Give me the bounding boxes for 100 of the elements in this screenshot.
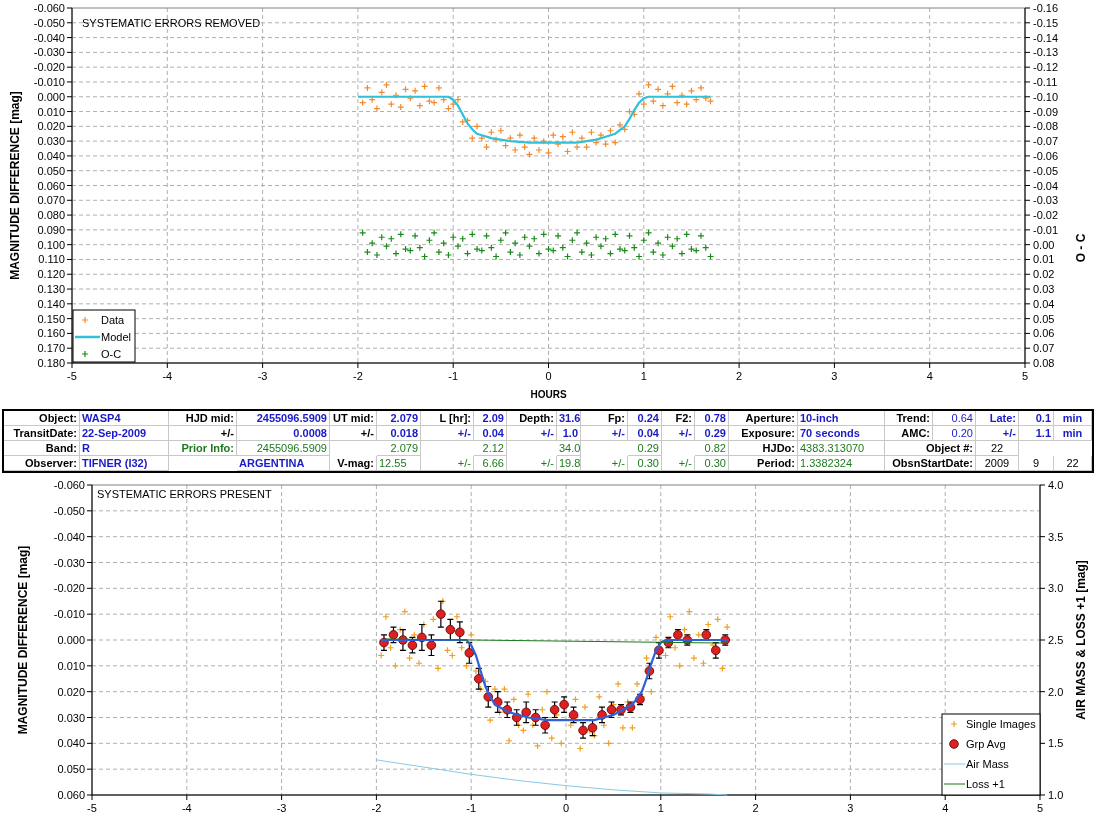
- axis-tick-label: 2.5: [1048, 634, 1064, 646]
- axis-tick-label: -0.060: [33, 2, 65, 14]
- axis-tick-label: 0.06: [1033, 327, 1055, 340]
- table-cell: 2.079: [377, 441, 421, 456]
- axis-tick-label: 0.020: [57, 685, 85, 698]
- axis-tick-label: 0.030: [57, 711, 85, 724]
- axis-tick-label: 3.5: [1048, 530, 1064, 543]
- legend-label: Data: [101, 314, 125, 326]
- legend-label: Model: [101, 331, 131, 343]
- axis-tick-label: 0.090: [37, 223, 65, 236]
- axis-tick-label: 0.180: [37, 357, 65, 369]
- axis-tick-label: -0.030: [33, 46, 65, 59]
- table-cell: 6.66: [474, 456, 507, 471]
- field-label: +/-: [330, 426, 377, 441]
- axis-tick-label: -0.07: [1033, 135, 1059, 148]
- table-cell: 0.0008: [237, 426, 330, 441]
- axis-tick-label: 3: [847, 802, 854, 814]
- table-cell: +/-: [976, 426, 1019, 441]
- field-label: Object #:: [885, 441, 976, 456]
- axis-tick-label: -0.020: [33, 61, 65, 74]
- chart-title: SYSTEMATIC ERRORS REMOVED: [82, 17, 261, 29]
- table-cell: 0.1: [1019, 411, 1054, 426]
- table-cell: 2.079: [377, 411, 421, 426]
- field-label: F2:: [662, 411, 695, 426]
- table-cell: +/-: [581, 456, 628, 471]
- axis-tick-label: 0: [562, 802, 570, 814]
- table-cell: 2.12: [474, 441, 507, 456]
- axis-tick-label: 2: [736, 370, 743, 382]
- axis-tick-label: 0.120: [37, 268, 65, 281]
- axis-tick-label: 0.02: [1033, 268, 1055, 281]
- axis-tick-label: 0.01: [1033, 253, 1055, 266]
- legend-label: Single Images: [966, 718, 1036, 730]
- chart-title: SYSTEMATIC ERRORS PRESENT: [97, 488, 272, 500]
- axis-tick-label: 0.04: [1033, 297, 1055, 310]
- axis-tick-label: -0.060: [53, 479, 85, 491]
- table-cell: 34.0: [557, 441, 581, 456]
- table-cell: 4383.313070: [798, 441, 885, 456]
- axis-tick-label: -0.050: [53, 504, 85, 517]
- axis-tick-label: 5: [1021, 370, 1029, 382]
- axis-tick-label: -0.030: [53, 556, 85, 569]
- table-cell: 12.55: [377, 456, 421, 471]
- field-label: V-mag:: [330, 456, 377, 471]
- field-label: UT mid:: [330, 411, 377, 426]
- axis-tick-label: 5: [1036, 802, 1044, 814]
- axis-tick-label: -0.06: [1033, 149, 1059, 162]
- axis-tick-label: 0.140: [37, 297, 65, 310]
- table-cell: WASP4: [80, 411, 169, 426]
- axis-tick-label: 0.040: [37, 149, 65, 162]
- axis-tick-label: 0.07: [1033, 342, 1055, 355]
- axis-tick-label: -0.01: [1033, 223, 1059, 236]
- field-label: Object:: [4, 411, 80, 426]
- table-cell: +/-: [662, 426, 695, 441]
- table-cell: 9: [1019, 456, 1054, 471]
- axis-tick-label: -0.02: [1033, 209, 1059, 222]
- table-cell: ARGENTINA: [237, 456, 330, 471]
- table-cell: 10-inch: [798, 411, 885, 426]
- axis-tick-label: 0.08: [1033, 357, 1055, 369]
- table-cell: 0.018: [377, 426, 421, 441]
- axis-tick-label: 0.030: [37, 135, 65, 148]
- legend-label: Grp Avg: [966, 738, 1006, 750]
- table-cell: 0.30: [695, 456, 729, 471]
- table-cell: 2455096.5909: [237, 441, 330, 456]
- table-cell: R: [80, 441, 169, 456]
- axis-tick-label: 0.000: [37, 90, 65, 103]
- field-label: Observer:: [4, 456, 80, 471]
- axis-tick-label: -1: [466, 802, 477, 814]
- field-label: TransitDate:: [4, 426, 80, 441]
- axis-tick-label: 4: [926, 370, 933, 382]
- axis-tick-label: -0.12: [1033, 61, 1059, 74]
- axis-tick-label: -0.010: [33, 75, 65, 88]
- axis-title: MAGNITUDE DIFFERENCE [mag]: [8, 91, 23, 280]
- axis-tick-label: 2.0: [1048, 685, 1064, 698]
- axis-tick-label: 0.03: [1033, 283, 1055, 296]
- axis-title: HOURS: [530, 389, 567, 400]
- table-cell: 0.24: [628, 411, 662, 426]
- axis-tick-label: 0.05: [1033, 312, 1055, 325]
- table-cell: min: [1054, 426, 1092, 441]
- table-cell: 0.78: [695, 411, 729, 426]
- table-cell: 31.6: [557, 411, 581, 426]
- field-label: Fp:: [581, 411, 628, 426]
- axis-tick-label: -0.050: [33, 16, 65, 29]
- table-cell: 0.20: [933, 426, 976, 441]
- axis-tick-label: -0.040: [53, 530, 85, 543]
- axis-tick-label: 0.020: [37, 120, 65, 133]
- axis-tick-label: 0.160: [37, 327, 65, 340]
- axis-tick-label: 1: [640, 370, 647, 382]
- field-label: AMC:: [885, 426, 933, 441]
- axis-tick-label: -0.08: [1033, 120, 1059, 133]
- axis-tick-label: 0: [545, 370, 552, 382]
- axis-tick-label: -0.04: [1033, 179, 1059, 192]
- table-cell: 0.29: [628, 441, 662, 456]
- axis-tick-label: 2: [752, 802, 759, 814]
- table-cell: 22-Sep-2009: [80, 426, 169, 441]
- axis-title: MAGNITUDE DIFFERENCE [mag]: [16, 545, 31, 735]
- table-cell: 2455096.5909: [237, 411, 330, 426]
- table-cell: 1.0: [557, 426, 581, 441]
- axis-title: AIR MASS & LOSS +1 [mag]: [1074, 560, 1089, 720]
- axis-tick-label: 0.100: [37, 238, 65, 251]
- axis-tick-label: 1.0: [1048, 789, 1064, 801]
- table-cell: Late:: [976, 411, 1019, 426]
